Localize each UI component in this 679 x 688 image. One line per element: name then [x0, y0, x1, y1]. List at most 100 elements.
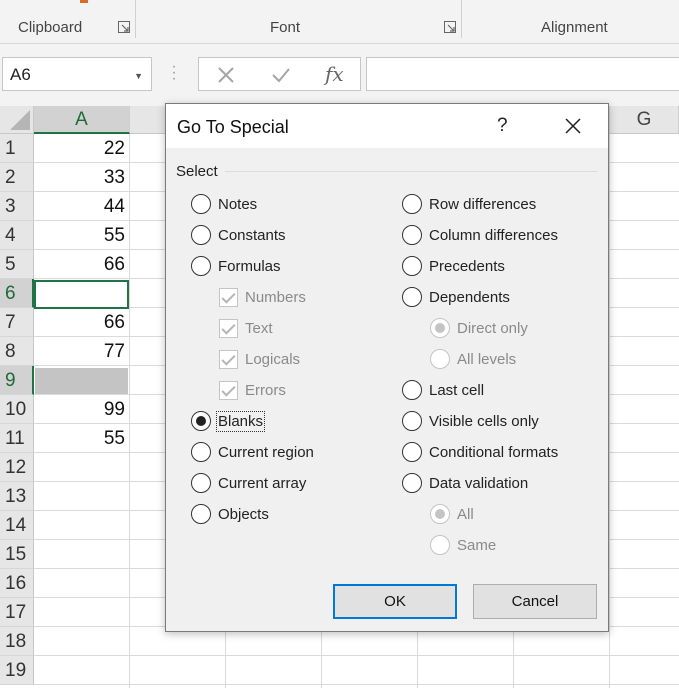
option-visible-cells-only[interactable]: Visible cells only: [402, 409, 539, 433]
help-icon[interactable]: ?: [497, 115, 508, 137]
column-header-g[interactable]: G: [610, 106, 679, 134]
radio-icon[interactable]: [402, 287, 422, 307]
cell-a5[interactable]: 66: [34, 250, 129, 279]
radio-checked-icon[interactable]: [430, 318, 450, 338]
option-dependents[interactable]: Dependents: [402, 285, 510, 309]
row-header[interactable]: 1: [0, 134, 34, 163]
suboption-errors[interactable]: Errors: [219, 378, 286, 402]
radio-icon[interactable]: [191, 225, 211, 245]
suboption-logicals[interactable]: Logicals: [219, 347, 300, 371]
suboption-numbers[interactable]: Numbers: [219, 285, 306, 309]
option-notes[interactable]: Notes: [191, 192, 257, 216]
select-all-button[interactable]: [0, 106, 34, 134]
radio-icon[interactable]: [402, 194, 422, 214]
formula-bar-resize-handle-icon[interactable]: · · ·: [171, 59, 177, 87]
radio-icon[interactable]: [430, 535, 450, 555]
radio-icon[interactable]: [402, 411, 422, 431]
checkmark-icon[interactable]: [271, 66, 291, 84]
radio-icon[interactable]: [191, 473, 211, 493]
row-header[interactable]: 3: [0, 192, 34, 221]
option-constants[interactable]: Constants: [191, 223, 286, 247]
cell-a3[interactable]: 44: [34, 192, 129, 221]
option-last-cell[interactable]: Last cell: [402, 378, 484, 402]
row-header[interactable]: 11: [0, 424, 34, 453]
close-icon[interactable]: [563, 116, 583, 136]
cell-a14[interactable]: [34, 511, 129, 540]
active-cell-a6[interactable]: [34, 280, 129, 309]
row-header[interactable]: 15: [0, 540, 34, 569]
row-header[interactable]: 10: [0, 395, 34, 424]
row-header[interactable]: 14: [0, 511, 34, 540]
row-header[interactable]: 18: [0, 627, 34, 656]
cell-a8[interactable]: 77: [34, 337, 129, 366]
checkbox-icon[interactable]: [219, 349, 238, 369]
radio-checked-icon[interactable]: [430, 504, 450, 524]
row-header[interactable]: 16: [0, 569, 34, 598]
cell-a15[interactable]: [34, 540, 129, 569]
cancel-button[interactable]: Cancel: [473, 584, 597, 619]
chevron-down-icon[interactable]: ▼: [134, 71, 143, 81]
cancel-icon[interactable]: [217, 66, 235, 84]
row-header[interactable]: 19: [0, 656, 34, 685]
checkbox-icon[interactable]: [219, 287, 238, 307]
row-header[interactable]: 13: [0, 482, 34, 511]
row-header[interactable]: 6: [0, 279, 34, 308]
option-conditional-formats[interactable]: Conditional formats: [402, 440, 558, 464]
name-box[interactable]: A6 ▼: [2, 57, 152, 91]
row-header[interactable]: 12: [0, 453, 34, 482]
suboption-all-levels[interactable]: All levels: [430, 347, 516, 371]
cell-a2[interactable]: 33: [34, 163, 129, 192]
row-header[interactable]: 7: [0, 308, 34, 337]
radio-icon[interactable]: [191, 194, 211, 214]
row-header[interactable]: 17: [0, 598, 34, 627]
ok-button[interactable]: OK: [333, 584, 457, 619]
checkbox-icon[interactable]: [219, 318, 238, 338]
row-header[interactable]: 9: [0, 366, 34, 395]
cell-a7[interactable]: 66: [34, 308, 129, 337]
radio-icon[interactable]: [402, 473, 422, 493]
cell-a10[interactable]: 99: [34, 395, 129, 424]
cell-a17[interactable]: [34, 598, 129, 627]
suboption-direct-only[interactable]: Direct only: [430, 316, 528, 340]
cell-a16[interactable]: [34, 569, 129, 598]
radio-icon[interactable]: [191, 442, 211, 462]
row-header[interactable]: 8: [0, 337, 34, 366]
font-dialog-launcher-icon[interactable]: [444, 21, 456, 33]
suboption-validation-same[interactable]: Same: [430, 533, 496, 557]
radio-icon[interactable]: [191, 256, 211, 276]
row-header[interactable]: 2: [0, 163, 34, 192]
radio-icon[interactable]: [402, 442, 422, 462]
option-formulas[interactable]: Formulas: [191, 254, 281, 278]
option-precedents[interactable]: Precedents: [402, 254, 505, 278]
radio-icon[interactable]: [430, 349, 450, 369]
option-current-array[interactable]: Current array: [191, 471, 306, 495]
radio-icon[interactable]: [402, 225, 422, 245]
dialog-titlebar[interactable]: Go To Special ?: [166, 104, 608, 148]
clipboard-dialog-launcher-icon[interactable]: [118, 21, 130, 33]
option-current-region[interactable]: Current region: [191, 440, 314, 464]
option-row-differences[interactable]: Row differences: [402, 192, 536, 216]
column-header-a[interactable]: A: [34, 106, 130, 134]
radio-icon[interactable]: [402, 256, 422, 276]
cell-a12[interactable]: [34, 453, 129, 482]
suboption-text[interactable]: Text: [219, 316, 273, 340]
radio-icon[interactable]: [191, 504, 211, 524]
option-column-differences[interactable]: Column differences: [402, 223, 558, 247]
row-header[interactable]: 4: [0, 221, 34, 250]
cell-a18[interactable]: [34, 627, 129, 656]
option-blanks[interactable]: Blanks: [191, 409, 266, 433]
radio-icon[interactable]: [402, 380, 422, 400]
option-data-validation[interactable]: Data validation: [402, 471, 528, 495]
insert-function-icon[interactable]: fx: [325, 62, 344, 86]
cell-a19[interactable]: [34, 656, 129, 685]
radio-checked-icon[interactable]: [191, 411, 211, 431]
row-header[interactable]: 5: [0, 250, 34, 279]
checkbox-icon[interactable]: [219, 380, 238, 400]
cell-a9-selected-blank[interactable]: [35, 368, 128, 394]
cell-a11[interactable]: 55: [34, 424, 129, 453]
suboption-validation-all[interactable]: All: [430, 502, 474, 526]
cell-a4[interactable]: 55: [34, 221, 129, 250]
option-objects[interactable]: Objects: [191, 502, 269, 526]
cell-a1[interactable]: 22: [34, 134, 129, 163]
cell-a13[interactable]: [34, 482, 129, 511]
